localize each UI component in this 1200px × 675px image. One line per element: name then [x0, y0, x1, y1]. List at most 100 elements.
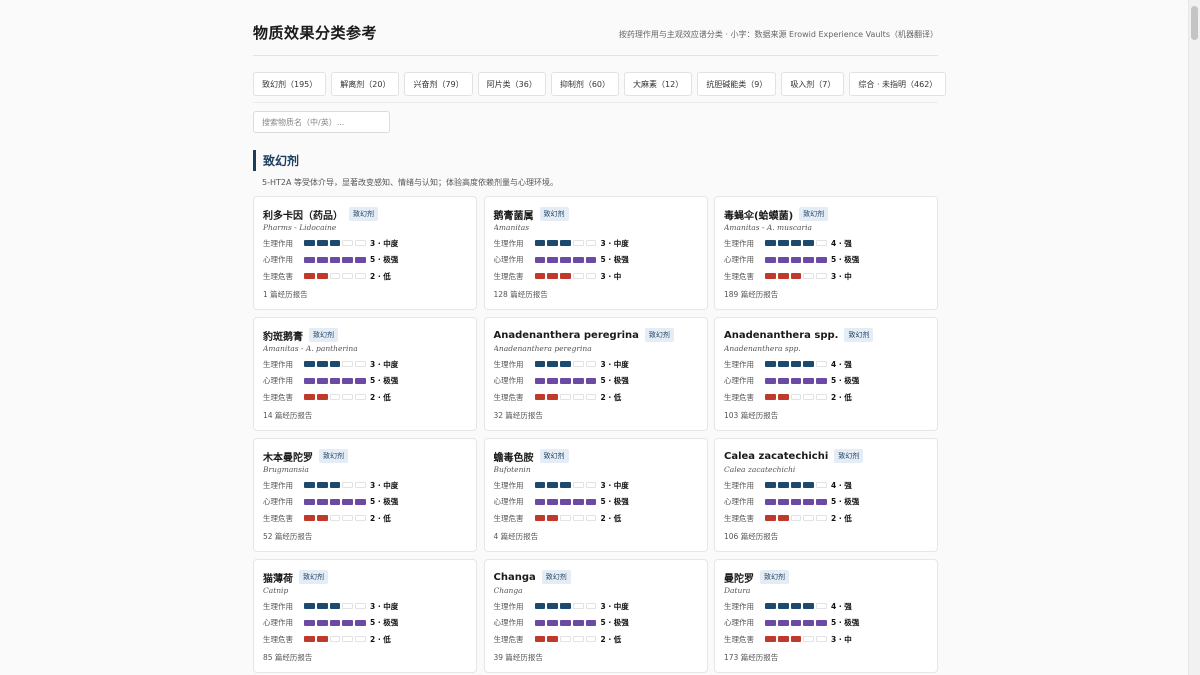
metric-row-physical: 生理作用 3 · 中度 [263, 356, 467, 373]
rating-segment [355, 361, 366, 368]
rating-segment [355, 256, 366, 263]
metric-value: 2 · 低 [370, 513, 391, 523]
search-input[interactable] [253, 111, 390, 133]
rating-segment [585, 619, 597, 626]
scrollbar-track[interactable] [1188, 0, 1200, 675]
card-header: 蟾毒色胺 致幻剂 [494, 448, 698, 464]
substance-card[interactable]: 鹅膏菌属 致幻剂 Amanitas 生理作用 3 · 中度 心理作用 5 · 极强 生理危害 3… [483, 196, 708, 310]
rating-segment [790, 619, 802, 626]
category-tab[interactable]: 解离剂（20） [331, 72, 400, 96]
category-badge: 致幻剂 [309, 328, 338, 342]
rating-segment [329, 377, 341, 384]
substance-name: Anadenanthera spp. [724, 329, 839, 341]
rating-segment [816, 273, 827, 280]
rating-segment [765, 515, 776, 522]
substance-card[interactable]: Anadenanthera spp. 致幻剂 Anadenanthera spp. 生… [714, 317, 938, 431]
metric-label: 生理作用 [263, 238, 293, 248]
category-tab[interactable]: 阿片类（36） [477, 72, 546, 96]
metric-label: 心理作用 [724, 497, 754, 507]
rating-bar [765, 256, 827, 263]
metric-label: 生理危害 [493, 634, 524, 644]
metric-row-harm: 生理危害 2 · 低 [263, 389, 467, 406]
substance-card[interactable]: Anadenanthera peregrina 致幻剂 Anadenanthera … [483, 317, 708, 431]
rating-segment [572, 377, 584, 384]
rating-segment [547, 498, 559, 505]
substance-card[interactable]: 曼陀罗 致幻剂 Datura 生理作用 4 · 强心理作用 5 · 极强 生理危害 3 · 中… [714, 559, 938, 673]
rating-segment [355, 273, 366, 280]
rating-segment [316, 361, 328, 368]
metric-row-physical: 生理作用 4 · 强 [724, 598, 928, 615]
substance-name: 猫薄荷 [263, 573, 293, 585]
substance-card[interactable]: 猫薄荷 致幻剂 Catnip 生理作用 3 · 中度 心理作用 5 · 极强 生理危害 2 · … [253, 559, 477, 673]
substance-card[interactable]: 木本曼陀罗 致幻剂 Brugmansia 生理作用 3 · 中度 心理作用 5 · 极强 生理… [253, 438, 477, 552]
rating-segment [803, 482, 815, 489]
report-count: 85 篇经历报告 [263, 652, 313, 662]
rating-segment [585, 515, 597, 522]
card-header: 豹斑鹅膏 致幻剂 [263, 327, 467, 343]
metric-row-physical: 生理作用 3 · 中度 [494, 235, 698, 252]
metric-label: 生理作用 [724, 238, 754, 248]
report-count: 106 篇经历报告 [724, 531, 779, 541]
rating-segment [355, 603, 366, 610]
substance-card[interactable]: 蟾毒色胺 致幻剂 Bufotenin 生理作用 3 · 中度 心理作用 5 · 极强 生理危害… [483, 438, 708, 552]
metric-label: 生理作用 [493, 480, 524, 490]
rating-segment [355, 377, 366, 384]
metric-label: 生理作用 [493, 601, 524, 611]
substance-card[interactable]: Calea zacatechichi 致幻剂 Calea zacatechichi 生… [714, 438, 938, 552]
rating-segment [329, 394, 341, 401]
rating-segment [316, 240, 328, 247]
rating-segment [342, 603, 354, 610]
rating-segment [534, 603, 546, 610]
report-count: 103 篇经历报告 [724, 410, 779, 420]
rating-segment [790, 361, 802, 368]
rating-segment [304, 636, 315, 643]
rating-bar [765, 361, 827, 368]
rating-segment [803, 498, 815, 505]
substance-card[interactable]: Changa 致幻剂 Changa 生理作用 3 · 中度 心理作用 5 · 极强 生理危害 2… [483, 559, 708, 673]
category-tab[interactable]: 吸入剂（7） [781, 72, 845, 96]
category-badge: 致幻剂 [799, 207, 829, 221]
rating-segment [803, 394, 815, 401]
rating-bar [534, 603, 597, 610]
metric-label: 生理作用 [493, 359, 524, 369]
category-tab[interactable]: 综合 · 未指明（462） [849, 72, 947, 96]
substance-card[interactable]: 利多卡因（药品） 致幻剂 Pharms - Lidocaine 生理作用 3 · 中度心… [253, 196, 477, 310]
report-count: 32 篇经历报告 [493, 410, 543, 420]
rating-segment [329, 273, 341, 280]
rating-segment [803, 256, 815, 263]
metric-label: 生理作用 [263, 480, 293, 490]
rating-segment [816, 636, 827, 643]
rating-segment [534, 619, 546, 626]
metric-label: 生理作用 [724, 359, 754, 369]
metric-value: 5 · 极强 [831, 376, 860, 386]
metric-value: 4 · 强 [831, 480, 852, 490]
rating-segment [534, 240, 546, 247]
substance-card[interactable]: 豹斑鹅膏 致幻剂 Amanitas - A. pantherina 生理作用 3 · 中… [253, 317, 477, 431]
metric-value: 5 · 极强 [370, 376, 399, 386]
metric-row-harm: 生理危害 2 · 低 [263, 510, 467, 527]
report-count: 128 篇经历报告 [493, 289, 548, 299]
metric-row-mental: 心理作用 5 · 极强 [494, 252, 698, 269]
metric-row-mental: 心理作用 5 · 极强 [263, 373, 467, 390]
card-header: 木本曼陀罗 致幻剂 [263, 448, 467, 464]
rating-segment [329, 482, 341, 489]
rating-segment [803, 619, 815, 626]
rating-segment [560, 377, 571, 384]
scrollbar-thumb[interactable] [1191, 6, 1198, 40]
category-tab[interactable]: 兴奋剂（79） [404, 72, 473, 96]
metric-value: 3 · 中度 [370, 480, 399, 490]
rating-bar [765, 377, 827, 384]
metric-value: 4 · 强 [831, 238, 852, 248]
rating-bar [534, 377, 597, 384]
rating-segment [534, 498, 546, 505]
metric-value: 5 · 极强 [370, 255, 399, 265]
substance-card[interactable]: 毒蝇伞(蛤蟆菌) 致幻剂 Amanitas - A. muscaria 生理作用 4 ·… [714, 196, 938, 310]
category-tab[interactable]: 致幻剂（195） [253, 72, 327, 96]
rating-segment [572, 482, 584, 489]
metric-row-physical: 生理作用 3 · 中度 [494, 598, 698, 615]
category-tab[interactable]: 抑制剂（60） [550, 72, 620, 96]
rating-segment [547, 619, 559, 626]
category-tab[interactable]: 抗胆碱能类（9） [697, 72, 777, 96]
category-tab[interactable]: 大麻素（12） [624, 72, 693, 96]
rating-segment [534, 361, 546, 368]
